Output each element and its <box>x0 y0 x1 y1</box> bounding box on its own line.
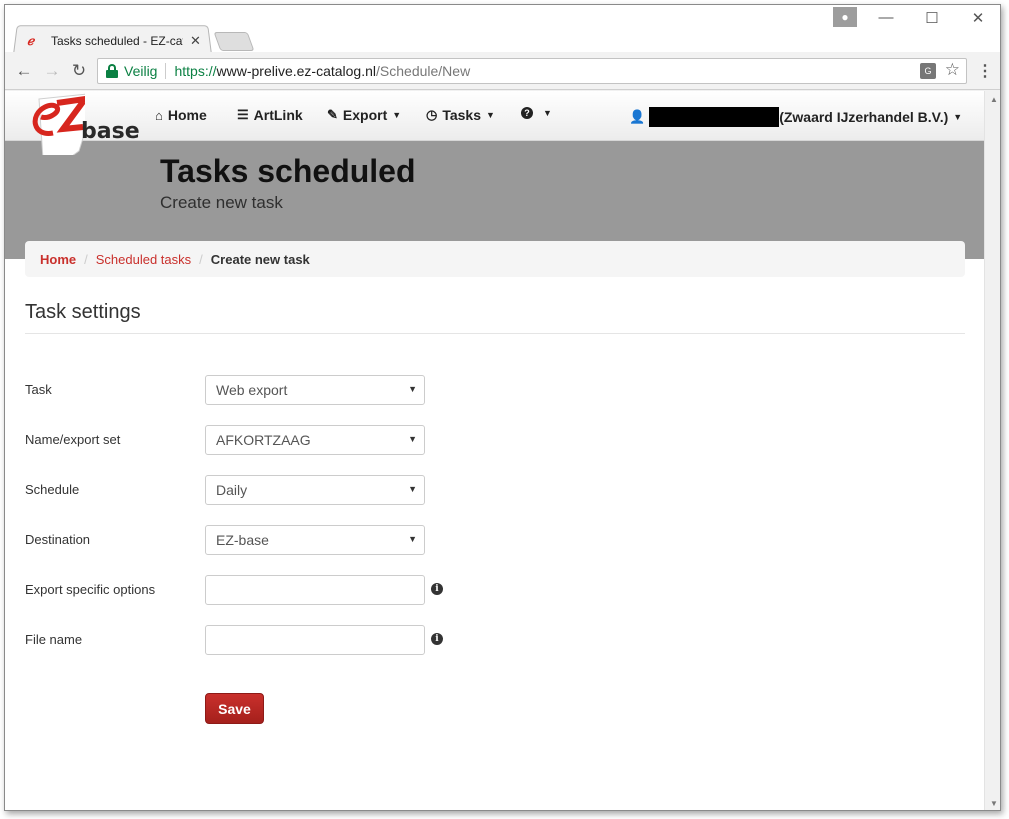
destination-label: Destination <box>25 532 91 547</box>
dropdown-arrow-icon: ▼ <box>408 384 417 394</box>
ez-favicon-icon: ℯ <box>27 34 35 48</box>
nav-help[interactable]: ? ▼ <box>521 107 552 119</box>
nav-home[interactable]: ⌂ Home <box>155 107 207 123</box>
nav-export[interactable]: ✎ Export ▼ <box>327 107 401 123</box>
back-icon[interactable]: ← <box>13 61 35 81</box>
close-window-icon[interactable]: ✕ <box>963 9 993 27</box>
caret-down-icon: ▼ <box>953 112 963 122</box>
url-host: www-prelive.ez-catalog.nl <box>216 63 377 79</box>
page-viewport: ⌂ Home ☰ ArtLink ✎ Export ▼ ◷ Tasks ▼ ? … <box>5 91 984 810</box>
pencil-icon: ✎ <box>327 107 338 122</box>
dropdown-arrow-icon: ▼ <box>408 484 417 494</box>
schedule-value: Daily <box>216 482 248 498</box>
nav-home-label: Home <box>167 107 207 123</box>
section-divider <box>25 333 965 334</box>
logo-text: base <box>81 119 140 144</box>
name-export-set-label: Name/export set <box>25 432 121 447</box>
maximize-icon[interactable]: ☐ <box>917 9 947 27</box>
scroll-down-icon[interactable]: ▼ <box>990 799 998 808</box>
info-icon[interactable]: i <box>431 633 443 645</box>
save-button[interactable]: Save <box>205 693 264 724</box>
lock-icon <box>106 64 118 78</box>
caret-down-icon: ▼ <box>392 110 402 120</box>
clock-icon: ◷ <box>426 107 438 122</box>
new-tab-button[interactable] <box>213 32 255 51</box>
nav-artlink[interactable]: ☰ ArtLink <box>237 107 303 123</box>
site-navbar: ⌂ Home ☰ ArtLink ✎ Export ▼ ◷ Tasks ▼ ? … <box>5 91 984 141</box>
breadcrumb-current: Create new task <box>210 251 310 267</box>
nav-tasks[interactable]: ◷ Tasks ▼ <box>426 107 495 123</box>
address-bar[interactable]: Veilig https:// www-prelive.ez-catalog.n… <box>97 58 967 84</box>
schedule-select[interactable]: Daily ▼ <box>205 475 425 505</box>
tab-title: Tasks scheduled - EZ-catalog <box>51 34 183 48</box>
question-icon: ? <box>521 107 533 119</box>
tab-close-icon[interactable]: ✕ <box>190 33 201 49</box>
omnibox-divider <box>165 63 167 79</box>
minimize-icon[interactable]: — <box>871 9 901 26</box>
task-select[interactable]: Web export ▼ <box>205 375 425 405</box>
profile-icon[interactable]: ● <box>833 7 857 27</box>
name-export-set-select[interactable]: AFKORTZAAG ▼ <box>205 425 425 455</box>
ez-base-logo[interactable]: base <box>23 93 140 165</box>
task-select-value: Web export <box>216 382 288 398</box>
browser-window: ℯ Tasks scheduled - EZ-catalog ✕ ● — ☐ ✕… <box>4 4 1001 811</box>
scroll-up-icon[interactable]: ▲ <box>990 95 998 104</box>
secure-label: Veilig <box>124 63 158 79</box>
home-icon: ⌂ <box>155 107 163 123</box>
breadcrumb-scheduled-tasks[interactable]: Scheduled tasks <box>96 252 191 267</box>
list-icon: ☰ <box>237 107 249 122</box>
breadcrumb-separator: / <box>199 251 203 267</box>
schedule-label: Schedule <box>25 482 80 497</box>
breadcrumb-separator: / <box>84 251 88 267</box>
title-bar: ℯ Tasks scheduled - EZ-catalog ✕ ● — ☐ ✕ <box>5 5 1000 54</box>
tab-content[interactable]: ℯ Tasks scheduled - EZ-catalog <box>27 32 207 50</box>
ez-logo-mark-icon <box>32 93 85 155</box>
nav-artlink-label: ArtLink <box>253 107 303 123</box>
export-options-input[interactable] <box>205 575 425 605</box>
nav-tasks-label: Tasks <box>442 107 482 123</box>
export-options-label: Export specific options <box>25 582 156 597</box>
reload-icon[interactable]: ↻ <box>68 61 90 81</box>
destination-value: EZ-base <box>216 532 269 548</box>
section-title: Task settings <box>25 301 141 323</box>
breadcrumb: Home / Scheduled tasks / Create new task <box>25 241 965 277</box>
breadcrumb-home[interactable]: Home <box>40 252 76 267</box>
vertical-scrollbar[interactable]: ▲ ▼ <box>984 91 1000 810</box>
browser-menu-icon[interactable]: ⋮ <box>977 61 993 81</box>
info-icon[interactable]: i <box>431 583 443 595</box>
nav-export-label: Export <box>342 107 388 123</box>
bookmark-star-icon[interactable]: ☆ <box>945 60 960 80</box>
destination-select[interactable]: EZ-base ▼ <box>205 525 425 555</box>
user-menu[interactable]: 👤 (Zwaard IJzerhandel B.V.) ▼ <box>629 107 962 127</box>
browser-toolbar: ← → ↻ Veilig https:// www-prelive.ez-cat… <box>5 52 1000 90</box>
file-name-input[interactable] <box>205 625 425 655</box>
user-company: (Zwaard IJzerhandel B.V.) <box>779 109 949 125</box>
user-icon: 👤 <box>629 109 646 124</box>
translate-icon[interactable]: G <box>920 63 936 79</box>
page-title: Tasks scheduled <box>160 153 416 189</box>
page-subtitle: Create new task <box>160 193 283 212</box>
redacted-username <box>649 107 780 127</box>
url-path: /Schedule/New <box>376 63 471 79</box>
caret-down-icon: ▼ <box>486 110 495 120</box>
name-export-set-value: AFKORTZAAG <box>216 432 311 448</box>
forward-icon[interactable]: → <box>41 61 63 81</box>
caret-down-icon: ▼ <box>543 108 552 118</box>
dropdown-arrow-icon: ▼ <box>408 434 417 444</box>
task-label: Task <box>25 382 52 397</box>
url-scheme: https:// <box>174 63 217 79</box>
file-name-label: File name <box>25 632 83 647</box>
dropdown-arrow-icon: ▼ <box>408 534 417 544</box>
